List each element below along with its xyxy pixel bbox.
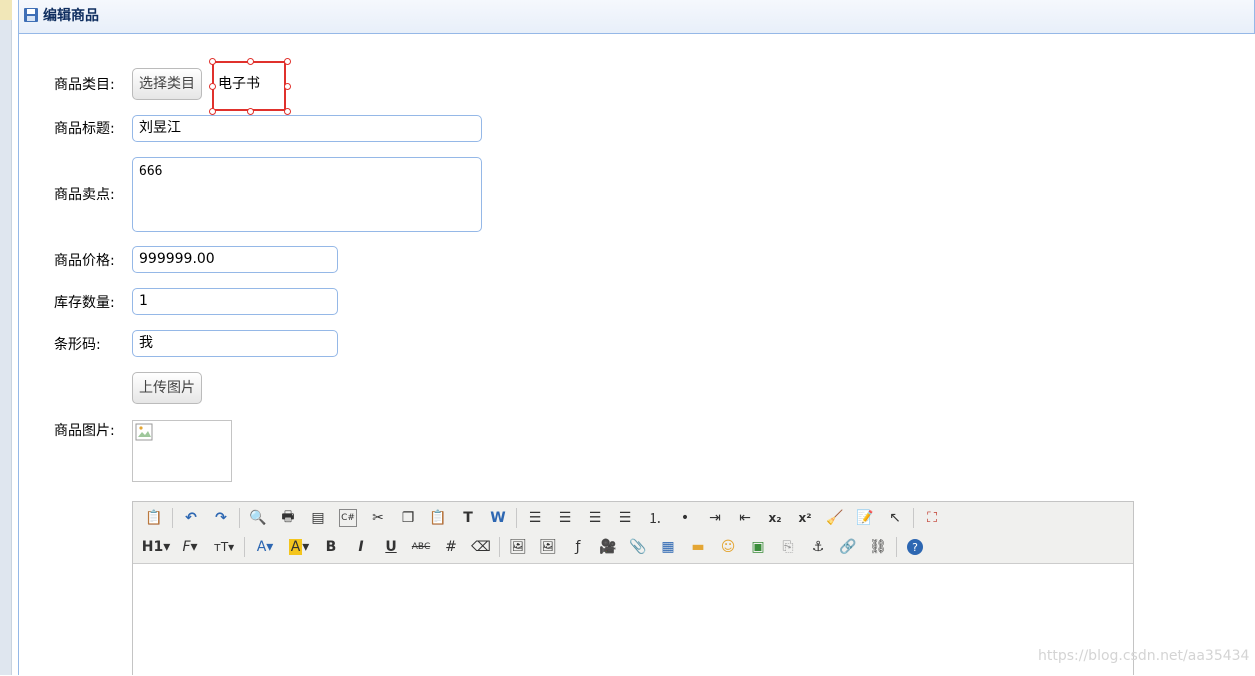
select-all-icon[interactable]: 📝 [850, 506, 880, 530]
panel-header: 编辑商品 [18, 0, 1255, 34]
multi-image-icon[interactable]: 🖼 [533, 535, 563, 559]
editor-content-area[interactable] [133, 564, 1133, 676]
outdent-icon[interactable]: ⇤ [730, 506, 760, 530]
italic-icon[interactable]: I [346, 535, 376, 559]
watermark: https://blog.csdn.net/aa35434 [1038, 648, 1250, 664]
price-input[interactable]: 999999.00 [132, 246, 338, 273]
title-label: 商品标题: [54, 121, 115, 137]
redo-icon[interactable]: ↷ [206, 506, 236, 530]
unlink-icon[interactable]: ⛓ [863, 535, 893, 559]
fullscreen-icon[interactable]: ⛶ [917, 506, 947, 530]
eraser-icon[interactable]: ⌫ [466, 535, 496, 559]
line-height-icon[interactable]: # [436, 535, 466, 559]
heading-icon[interactable]: H1▾ [139, 535, 173, 559]
font-color-icon[interactable]: A▾ [248, 535, 282, 559]
bold-icon[interactable]: B [316, 535, 346, 559]
underline-icon[interactable]: U [376, 535, 406, 559]
link-icon[interactable]: 🔗 [833, 535, 863, 559]
highlight-icon[interactable]: A ▾ [282, 535, 316, 559]
paste-text-icon[interactable]: T [453, 506, 483, 530]
strikethrough-icon[interactable]: ABC [406, 535, 436, 559]
selected-category: 电子书 [209, 58, 291, 115]
media-icon[interactable]: 🎥 [593, 535, 623, 559]
paste-icon[interactable]: 📋 [423, 506, 453, 530]
template-icon[interactable]: ▤ [303, 506, 333, 530]
sell-point-label: 商品卖点: [54, 187, 115, 203]
superscript-icon[interactable]: x² [790, 506, 820, 530]
copy-icon[interactable]: ❐ [393, 506, 423, 530]
indent-icon[interactable]: ⇥ [700, 506, 730, 530]
panel-title: 编辑商品 [43, 8, 99, 24]
broken-image-icon [135, 423, 153, 441]
barcode-input[interactable]: 我 [132, 330, 338, 357]
ordered-list-icon[interactable]: ⒈ [640, 506, 670, 530]
select-category-button[interactable]: 选择类目 [132, 68, 202, 100]
rich-text-editor: 📋 ↶ ↷ 🔍 🖶 ▤ C# ✂ ❐ 📋 T W ☰ ☰ ☰ ☰ ⒈ • ⇥ ⇤… [132, 501, 1134, 676]
table-icon[interactable]: ▦ [653, 535, 683, 559]
upload-image-button[interactable]: 上传图片 [132, 372, 202, 404]
cut-icon[interactable]: ✂ [363, 506, 393, 530]
hr-icon[interactable]: ▬ [683, 535, 713, 559]
image-icon[interactable]: 🖼 [503, 535, 533, 559]
pagebreak-icon[interactable]: ⎘ [773, 535, 803, 559]
pointer-icon[interactable]: ↖ [880, 506, 910, 530]
font-size-icon[interactable]: тT▾ [207, 535, 241, 559]
barcode-label: 条形码: [54, 337, 101, 353]
source-icon[interactable]: 📋 [139, 506, 169, 530]
subscript-icon[interactable]: x₂ [760, 506, 790, 530]
anchor-icon[interactable]: ⚓ [803, 535, 833, 559]
align-center-icon[interactable]: ☰ [550, 506, 580, 530]
title-input[interactable]: 刘昱江 [132, 115, 482, 142]
editor-toolbar: 📋 ↶ ↷ 🔍 🖶 ▤ C# ✂ ❐ 📋 T W ☰ ☰ ☰ ☰ ⒈ • ⇥ ⇤… [133, 502, 1133, 564]
flash-icon[interactable]: ƒ [563, 535, 593, 559]
image-label: 商品图片: [54, 423, 115, 439]
category-label: 商品类目: [54, 77, 115, 93]
map-icon[interactable]: ▣ [743, 535, 773, 559]
stock-label: 库存数量: [54, 295, 115, 311]
preview-icon[interactable]: 🔍 [243, 506, 273, 530]
category-value: 电子书 [218, 76, 260, 92]
save-icon [24, 8, 38, 22]
font-family-icon[interactable]: F▾ [173, 535, 207, 559]
align-left-icon[interactable]: ☰ [520, 506, 550, 530]
about-icon[interactable]: ? [900, 535, 930, 559]
sell-point-textarea[interactable]: 666 [132, 157, 482, 232]
image-thumbnail [132, 420, 232, 482]
justify-icon[interactable]: ☰ [610, 506, 640, 530]
left-strip [0, 0, 12, 675]
price-label: 商品价格: [54, 253, 115, 269]
print-icon[interactable]: 🖶 [273, 506, 303, 530]
paste-word-icon[interactable]: W [483, 506, 513, 530]
clear-format-icon[interactable]: 🧹 [820, 506, 850, 530]
align-right-icon[interactable]: ☰ [580, 506, 610, 530]
undo-icon[interactable]: ↶ [176, 506, 206, 530]
code-icon[interactable]: C# [339, 509, 357, 527]
stock-input[interactable]: 1 [132, 288, 338, 315]
emoticon-icon[interactable]: ☺ [713, 535, 743, 559]
attachment-icon[interactable]: 📎 [623, 535, 653, 559]
unordered-list-icon[interactable]: • [670, 506, 700, 530]
